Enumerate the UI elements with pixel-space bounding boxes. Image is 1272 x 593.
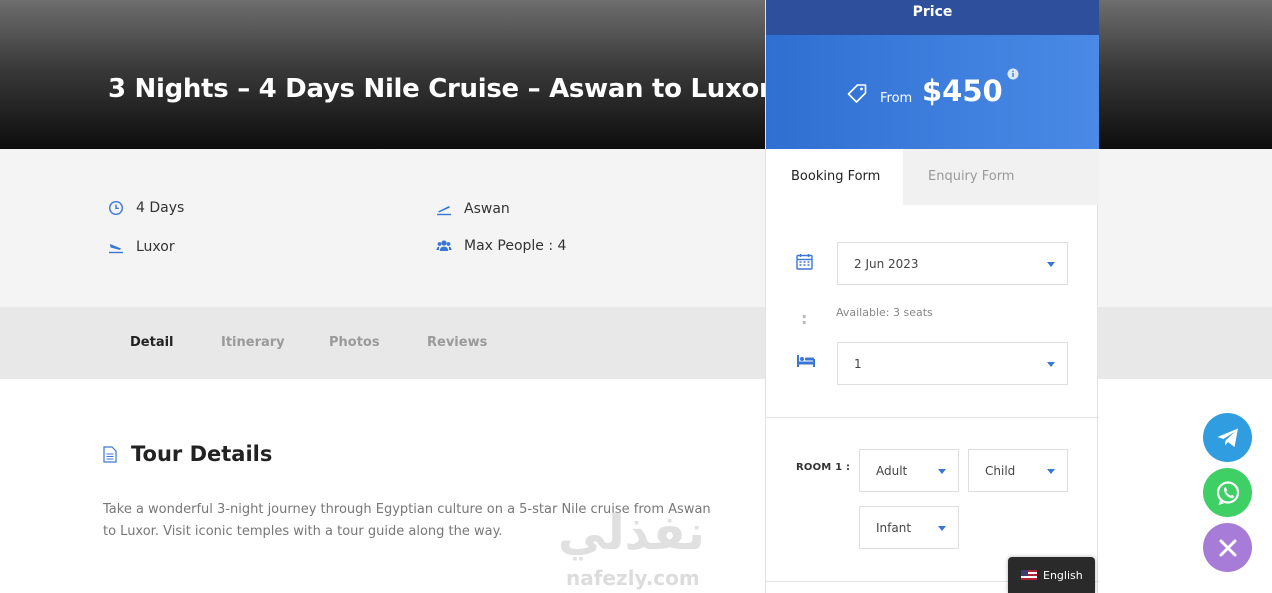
price-amount: $450 (922, 74, 1003, 108)
whatsapp-button[interactable] (1203, 468, 1252, 517)
date-select[interactable]: 2 Jun 2023 (837, 242, 1068, 285)
whatsapp-icon (1216, 480, 1239, 505)
watermark-arabic: نفذلي (558, 505, 705, 561)
plane-takeoff-icon (437, 206, 451, 216)
clock-icon (108, 200, 124, 216)
telegram-icon (1217, 428, 1238, 447)
infant-select[interactable]: Infant (859, 506, 959, 549)
document-icon (103, 445, 117, 463)
arrival-text: Luxor (136, 239, 175, 255)
telegram-button[interactable] (1203, 413, 1252, 462)
rooms-select[interactable]: 1 (837, 342, 1068, 385)
price-from-label: From (880, 91, 913, 106)
tab-booking-form[interactable]: Booking Form (766, 149, 903, 205)
info-icon[interactable] (1007, 68, 1019, 80)
tab-reviews[interactable]: Reviews (427, 335, 487, 350)
bed-icon (797, 355, 815, 367)
meta-max-people: Max People : 4 (436, 238, 566, 254)
language-switcher[interactable]: English (1008, 557, 1095, 593)
meta-arrival: Luxor (108, 239, 175, 255)
rooms-value: 1 (854, 356, 862, 371)
close-icon (1219, 539, 1236, 556)
language-label: English (1043, 568, 1083, 582)
section-title: Tour Details (131, 442, 273, 466)
room-label: ROOM 1 : (796, 462, 851, 473)
tab-photos[interactable]: Photos (329, 335, 380, 350)
separator-colon: : (801, 309, 808, 328)
chevron-down-icon (1047, 361, 1055, 367)
adult-select[interactable]: Adult (859, 449, 959, 492)
tag-icon (847, 84, 867, 103)
child-value: Child (985, 463, 1016, 478)
meta-duration: 4 Days (108, 200, 184, 216)
child-select[interactable]: Child (968, 449, 1068, 492)
date-value: 2 Jun 2023 (854, 256, 919, 271)
max-people-text: Max People : 4 (464, 238, 567, 254)
booking-panel: Price From $450 Booking Form Enquiry For… (765, 0, 1099, 593)
chevron-down-icon (1047, 261, 1055, 267)
chevron-down-icon (938, 525, 946, 531)
plane-landing-icon (109, 244, 123, 254)
page-title: 3 Nights – 4 Days Nile Cruise – Aswan to… (108, 74, 772, 104)
chevron-down-icon (938, 468, 946, 474)
departure-text: Aswan (464, 201, 510, 217)
watermark-latin: nafezly.com (566, 566, 700, 590)
adult-value: Adult (876, 463, 908, 478)
tab-enquiry-form[interactable]: Enquiry Form (903, 149, 1099, 205)
divider (766, 417, 1099, 418)
close-contact-button[interactable] (1203, 523, 1252, 572)
chevron-down-icon (1047, 468, 1055, 474)
meta-departure: Aswan (436, 201, 510, 217)
infant-value: Infant (876, 520, 912, 535)
calendar-icon (796, 254, 813, 270)
us-flag-icon (1021, 570, 1037, 580)
duration-text: 4 Days (136, 200, 185, 216)
availability-text: Available: 3 seats (836, 306, 933, 319)
users-icon (436, 240, 452, 251)
tab-detail[interactable]: Detail (130, 335, 174, 350)
price-box: From $450 (766, 35, 1099, 149)
tab-itinerary[interactable]: Itinerary (221, 335, 285, 350)
tour-details-heading: Tour Details (103, 442, 272, 466)
price-header: Price (766, 0, 1099, 35)
